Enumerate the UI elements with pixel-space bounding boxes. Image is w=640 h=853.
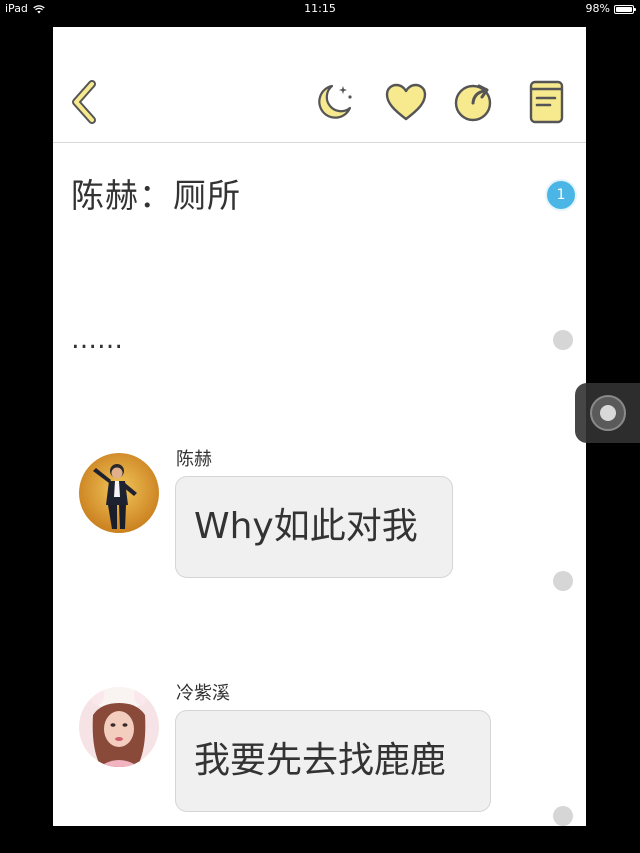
top-toolbar bbox=[53, 27, 586, 143]
heart-icon bbox=[385, 83, 427, 121]
battery-fill bbox=[616, 6, 632, 12]
avatar bbox=[79, 453, 159, 533]
message-bubble: 我要先去找鹿鹿 bbox=[175, 710, 491, 812]
sender-name: 冷紫溪 bbox=[176, 683, 230, 704]
message-bubble: Why如此对我 bbox=[175, 476, 453, 578]
favorite-button[interactable] bbox=[383, 79, 429, 125]
status-time: 11:15 bbox=[304, 2, 336, 15]
battery-icon bbox=[614, 4, 636, 14]
back-button[interactable] bbox=[62, 79, 108, 125]
comment-marker[interactable] bbox=[553, 571, 573, 591]
share-button[interactable] bbox=[451, 79, 497, 125]
moon-icon bbox=[318, 84, 352, 119]
book-icon bbox=[529, 80, 564, 124]
avatar bbox=[79, 687, 159, 767]
battery-percent: 98% bbox=[585, 2, 610, 15]
sender-name: 陈赫 bbox=[176, 449, 212, 470]
reader-panel: 陈赫：厕所 1 …… 陈赫 Why如此对我 冷紫溪 我要先去找鹿鹿 bbox=[53, 27, 586, 826]
comment-marker[interactable] bbox=[553, 330, 573, 350]
ellipsis-text: …… bbox=[71, 325, 123, 355]
assistive-touch-core bbox=[600, 405, 616, 421]
assistive-touch-button[interactable] bbox=[575, 383, 640, 443]
share-icon bbox=[454, 84, 492, 122]
night-mode-button[interactable] bbox=[311, 79, 357, 125]
comment-marker[interactable] bbox=[553, 806, 573, 826]
scene-text: 陈赫：厕所 bbox=[71, 176, 241, 215]
status-right: 98% bbox=[585, 0, 636, 18]
avatar-image-male bbox=[79, 453, 159, 533]
catalog-button[interactable] bbox=[523, 79, 569, 125]
avatar-image-female bbox=[79, 687, 159, 767]
status-bar: iPad 11:15 98% bbox=[0, 0, 640, 18]
chevron-left-icon bbox=[72, 80, 96, 124]
comment-count-badge[interactable]: 1 bbox=[545, 179, 577, 211]
assistive-touch-icon bbox=[590, 395, 626, 431]
